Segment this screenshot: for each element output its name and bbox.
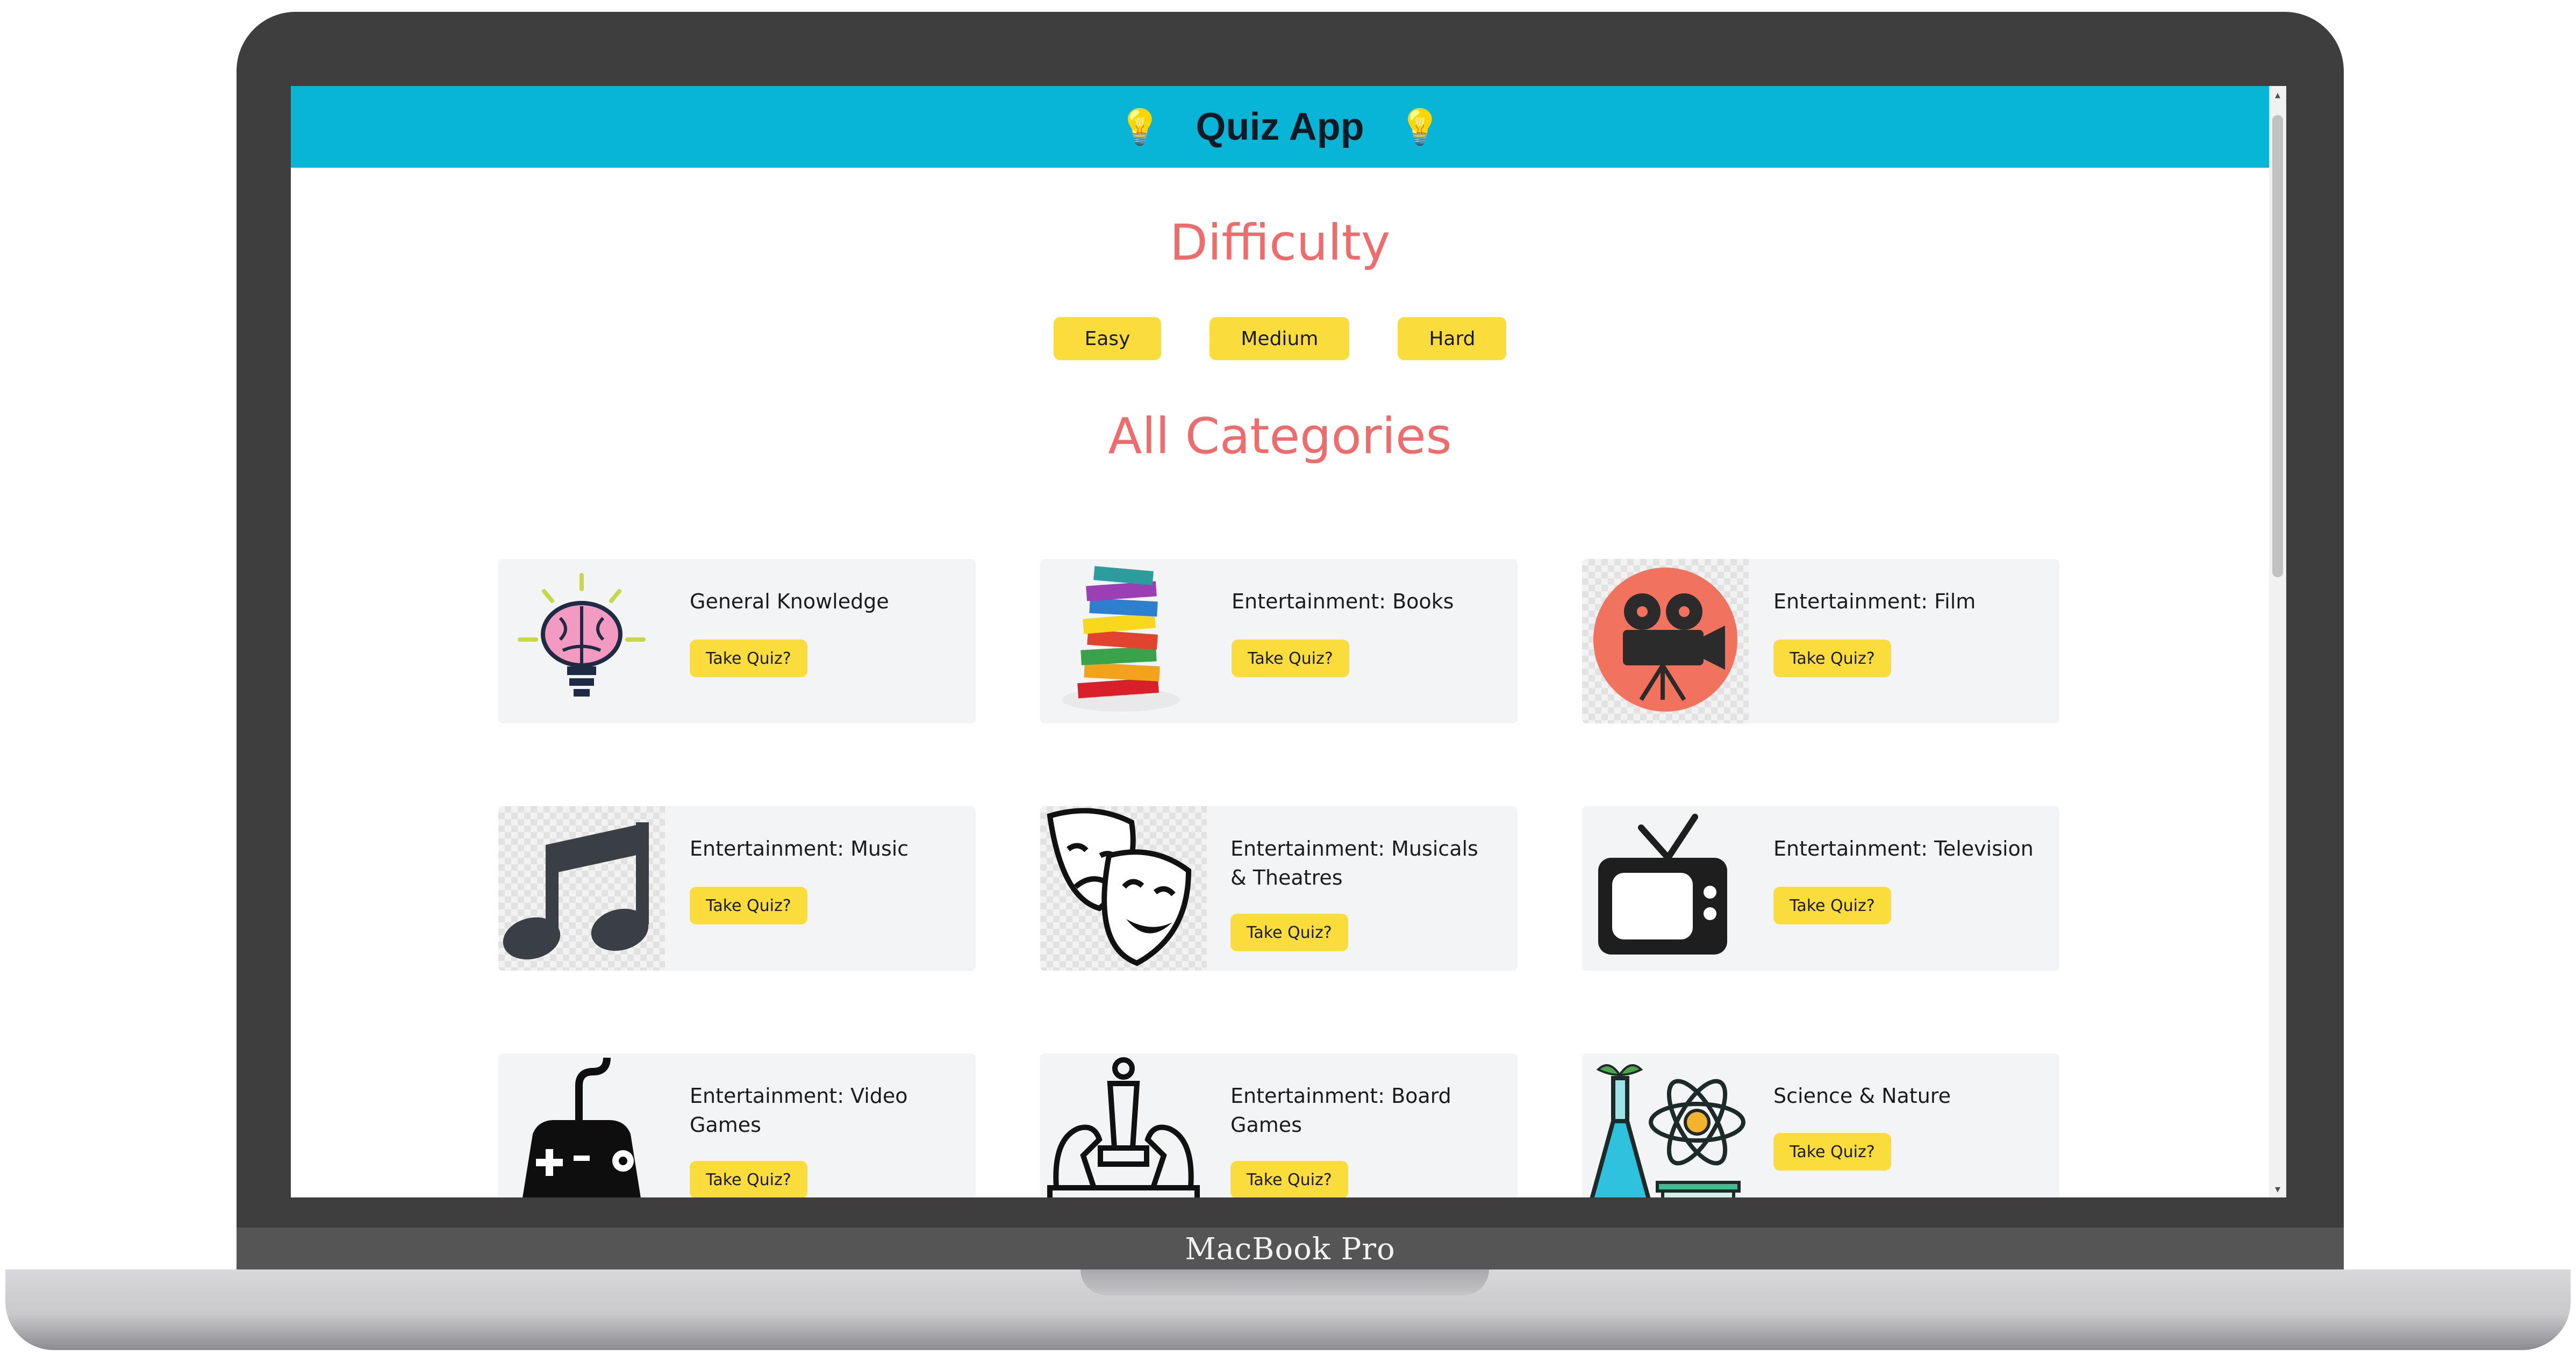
- category-name: Entertainment: Film: [1773, 590, 1976, 613]
- take-quiz-button[interactable]: Take Quiz?: [690, 640, 807, 677]
- take-quiz-button[interactable]: Take Quiz?: [1773, 1133, 1891, 1171]
- browser-viewport: 💡 Quiz App 💡 Difficulty Easy Medium Hard…: [291, 86, 2286, 1197]
- lightbulb-icon: 💡: [1118, 107, 1162, 147]
- theatre-masks-icon: [1047, 808, 1192, 966]
- category-image: [498, 1053, 665, 1197]
- category-image: [1582, 559, 1749, 723]
- book-stack-icon: [1062, 566, 1180, 712]
- difficulty-hard-button[interactable]: Hard: [1398, 317, 1507, 360]
- music-note-icon: [503, 822, 649, 960]
- category-name: Entertainment: Music: [690, 837, 909, 860]
- category-name: General Knowledge: [690, 590, 889, 613]
- category-image: [498, 806, 665, 971]
- take-quiz-button[interactable]: Take Quiz?: [690, 887, 807, 924]
- television-icon: [1598, 814, 1727, 955]
- difficulty-easy-button[interactable]: Easy: [1053, 317, 1162, 360]
- category-name: Science & Nature: [1773, 1084, 1951, 1108]
- device-label: MacBook Pro: [1185, 1231, 1396, 1267]
- take-quiz-button[interactable]: Take Quiz?: [1232, 640, 1349, 677]
- scroll-down-arrow-icon[interactable]: ▾: [2269, 1180, 2286, 1197]
- laptop-notch: [1081, 1269, 1489, 1295]
- category-image: [1040, 806, 1207, 971]
- difficulty-medium-button[interactable]: Medium: [1210, 317, 1350, 360]
- category-card-musicals-theatres: Entertainment: Musicals & Theatres Take …: [1040, 806, 1518, 971]
- laptop-chin: MacBook Pro: [237, 1228, 2344, 1271]
- category-card-science-nature: Science & Nature Take Quiz?: [1582, 1053, 2059, 1197]
- category-name: Entertainment: Board Games: [1230, 1084, 1451, 1137]
- categories-heading: All Categories: [1108, 407, 1452, 465]
- category-card-television: Entertainment: Television Take Quiz?: [1582, 806, 2059, 971]
- brain-lightbulb-icon: [518, 573, 646, 697]
- category-image: [1040, 559, 1207, 723]
- take-quiz-button[interactable]: Take Quiz?: [1773, 640, 1891, 677]
- scroll-up-arrow-icon[interactable]: ▴: [2269, 86, 2286, 103]
- gamepad-icon: [523, 1057, 641, 1197]
- difficulty-options: Easy Medium Hard: [291, 317, 2269, 360]
- chess-pieces-icon: [1047, 1057, 1200, 1197]
- app-title: Quiz App: [1196, 105, 1364, 148]
- category-card-board-games: Entertainment: Board Games Take Quiz?: [1040, 1053, 1518, 1197]
- category-name: Entertainment: Video Games: [690, 1084, 908, 1137]
- category-image: [1040, 1053, 1207, 1197]
- scrollbar-thumb[interactable]: [2272, 115, 2283, 577]
- category-card-music: Entertainment: Music Take Quiz?: [498, 806, 976, 971]
- category-name: Entertainment: Books: [1232, 590, 1454, 613]
- page-content: 💡 Quiz App 💡 Difficulty Easy Medium Hard…: [291, 86, 2269, 1197]
- take-quiz-button[interactable]: Take Quiz?: [1230, 1161, 1348, 1197]
- category-card-books: Entertainment: Books Take Quiz?: [1040, 559, 1518, 723]
- category-image: [498, 559, 665, 723]
- category-name: Entertainment: Musicals & Theatres: [1230, 837, 1478, 889]
- take-quiz-button[interactable]: Take Quiz?: [1230, 914, 1348, 951]
- difficulty-heading: Difficulty: [1169, 214, 1391, 271]
- category-card-general-knowledge: General Knowledge Take Quiz?: [498, 559, 976, 723]
- app-header: 💡 Quiz App 💡: [291, 86, 2269, 168]
- take-quiz-button[interactable]: Take Quiz?: [690, 1161, 807, 1197]
- category-card-video-games: Entertainment: Video Games Take Quiz?: [498, 1053, 976, 1197]
- science-flask-atom-icon: [1590, 1064, 1745, 1197]
- vertical-scrollbar[interactable]: ▴ ▾: [2269, 86, 2286, 1197]
- category-image: [1582, 1053, 1749, 1197]
- film-camera-icon: [1593, 568, 1737, 712]
- category-image: [1582, 806, 1749, 971]
- category-card-film: Entertainment: Film Take Quiz?: [1582, 559, 2059, 723]
- lightbulb-icon: 💡: [1398, 107, 1442, 147]
- category-name: Entertainment: Television: [1773, 837, 2034, 860]
- take-quiz-button[interactable]: Take Quiz?: [1773, 887, 1891, 924]
